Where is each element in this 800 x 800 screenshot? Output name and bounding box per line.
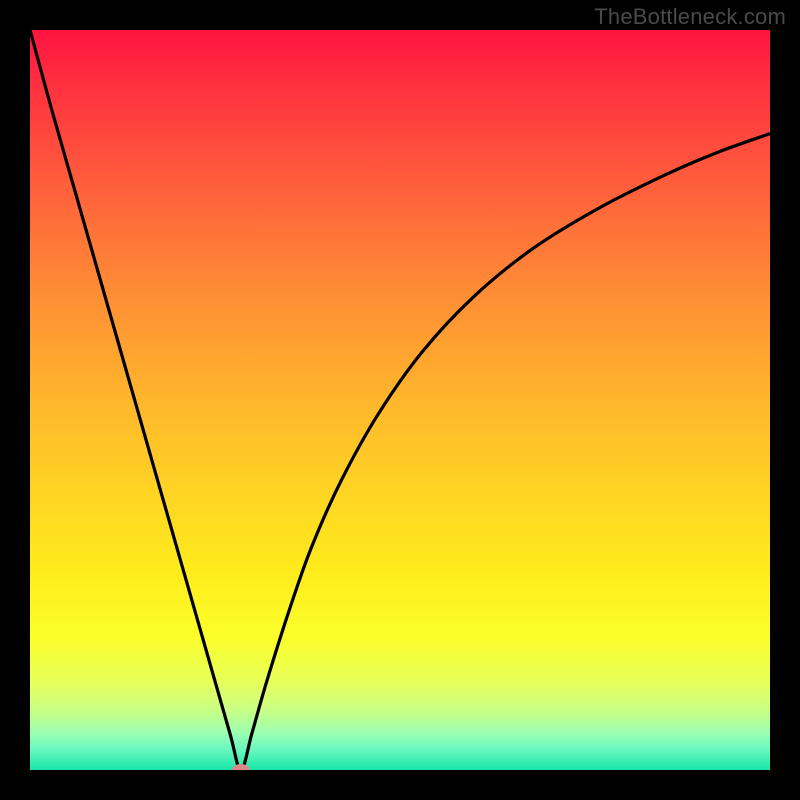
min-marker (232, 764, 250, 770)
watermark-text: TheBottleneck.com (594, 4, 786, 30)
bottleneck-curve (30, 30, 770, 770)
chart-frame: TheBottleneck.com (0, 0, 800, 800)
plot-area (30, 30, 770, 770)
curve-layer (30, 30, 770, 770)
